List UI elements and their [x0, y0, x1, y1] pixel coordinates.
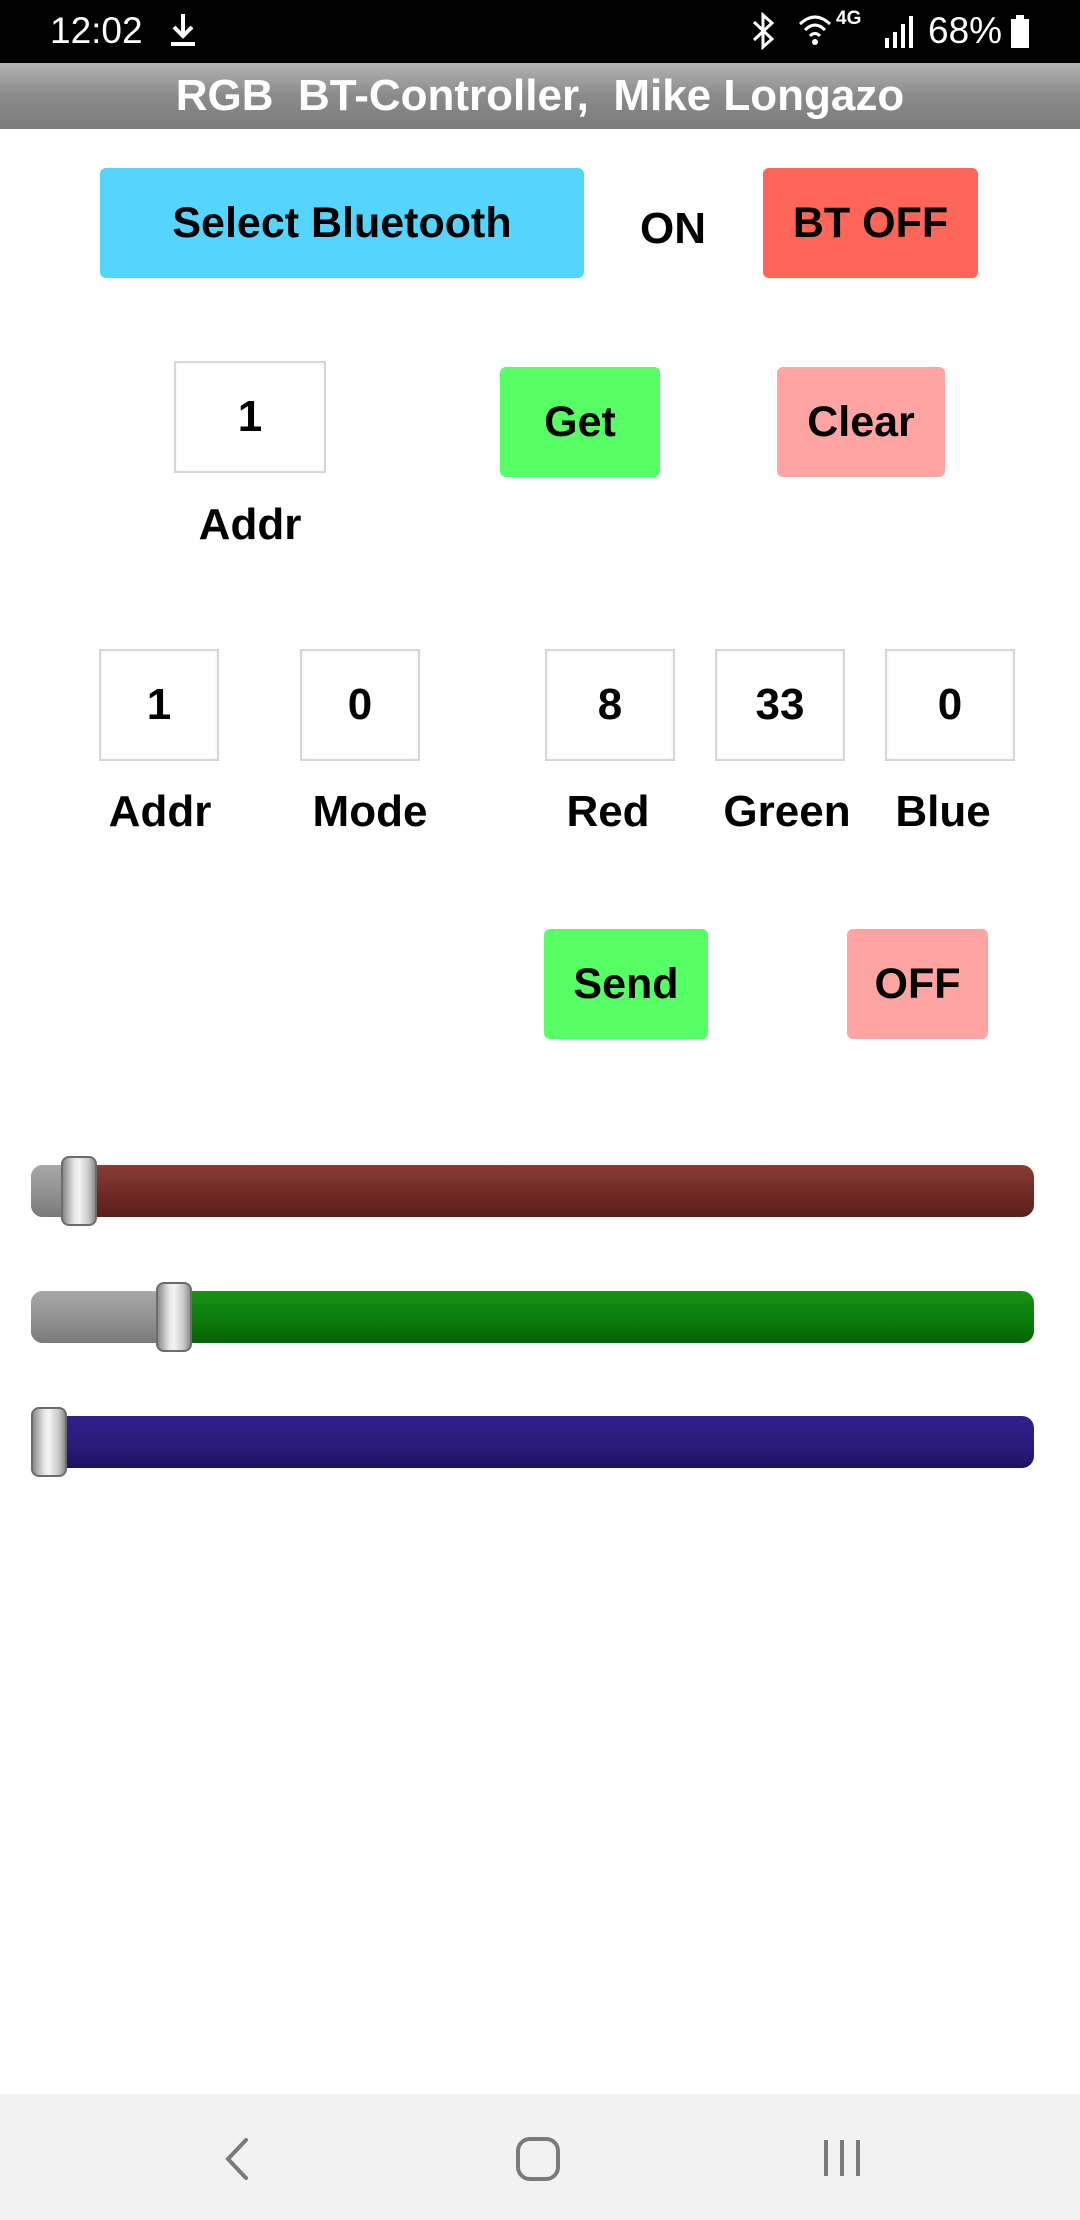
green-slider[interactable]	[31, 1282, 1034, 1352]
status-bar: 12:02 4G 68%	[0, 0, 1080, 63]
green-slider-thumb[interactable]	[156, 1282, 192, 1352]
home-icon[interactable]	[514, 2136, 562, 2182]
battery-icon	[1011, 15, 1029, 48]
red-slider-thumb[interactable]	[61, 1156, 97, 1226]
download-icon	[171, 14, 195, 46]
green-slider-fill	[31, 1291, 174, 1343]
get-addr-label: Addr	[198, 500, 302, 549]
blue-field[interactable]: 0	[885, 649, 1015, 761]
send-addr-label: Addr	[108, 787, 212, 836]
get-button[interactable]: Get	[500, 367, 660, 477]
green-field[interactable]: 33	[715, 649, 845, 761]
status-time: 12:02	[50, 10, 143, 51]
signal-icon	[885, 16, 913, 48]
bt-off-button[interactable]: BT OFF	[763, 168, 978, 278]
mode-field[interactable]: 0	[300, 649, 420, 761]
red-label: Red	[566, 787, 650, 836]
app-title: RGB BT-Controller, Mike Longazo	[0, 63, 1080, 129]
recent-apps-icon[interactable]	[820, 2138, 864, 2178]
get-addr-field[interactable]: 1	[174, 361, 326, 473]
red-slider[interactable]	[31, 1156, 1034, 1226]
bluetooth-icon	[752, 12, 775, 50]
send-button[interactable]: Send	[544, 929, 708, 1039]
select-bluetooth-button[interactable]: Select Bluetooth	[100, 168, 584, 278]
blue-slider-thumb[interactable]	[31, 1407, 67, 1477]
bluetooth-state: ON	[640, 204, 706, 253]
navigation-bar	[0, 2094, 1080, 2220]
red-field[interactable]: 8	[545, 649, 675, 761]
mode-label: Mode	[312, 787, 428, 836]
clear-button[interactable]: Clear	[777, 367, 945, 477]
blue-slider[interactable]	[31, 1407, 1034, 1477]
battery-percent: 68%	[928, 10, 1003, 51]
green-label: Green	[723, 787, 851, 836]
off-button[interactable]: OFF	[847, 929, 988, 1039]
back-icon[interactable]	[222, 2136, 252, 2182]
wifi-icon	[798, 15, 832, 45]
blue-label: Blue	[895, 787, 991, 836]
network-type: 4G	[836, 8, 862, 29]
send-addr-field[interactable]: 1	[99, 649, 219, 761]
